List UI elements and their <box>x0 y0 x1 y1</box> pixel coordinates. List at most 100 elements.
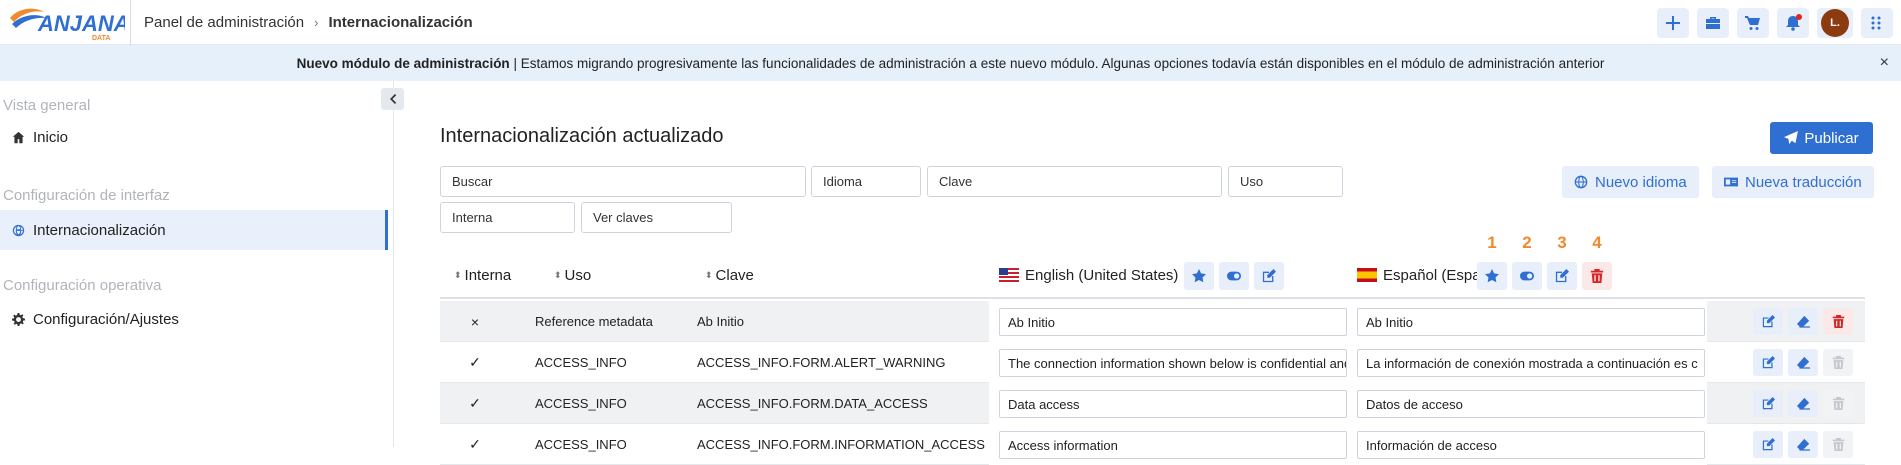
brand-name: ANJANA <box>37 11 125 36</box>
top-bar: ANJANA DATA Panel de administración › In… <box>0 0 1901 45</box>
internal-filter[interactable]: Interna <box>440 202 575 233</box>
cart-button[interactable] <box>1737 7 1769 38</box>
delete-button[interactable] <box>1823 431 1853 458</box>
erase-button[interactable] <box>1788 390 1818 417</box>
key-cell: ACCESS_INFO.FORM.INFORMATION_ACCESS <box>697 437 985 452</box>
edit-button[interactable] <box>1753 308 1783 335</box>
usage-filter[interactable]: Uso <box>1228 166 1343 197</box>
edit-icon <box>1262 269 1276 283</box>
edit-button[interactable] <box>1753 390 1783 417</box>
es-value-input[interactable]: La información de conexión mostrada a co… <box>1357 349 1705 377</box>
usage-cell: ACCESS_INFO <box>535 396 627 411</box>
collapse-sidebar-button[interactable] <box>381 88 404 110</box>
internal-indicator: ✓ <box>469 395 481 411</box>
erase-button[interactable] <box>1788 431 1818 458</box>
view-keys-filter[interactable]: Ver claves <box>581 202 732 233</box>
table-row: × Reference metadata Ab Initio Ab Initio Ab … <box>440 301 1865 342</box>
plus-icon <box>1666 15 1680 30</box>
en-value-input[interactable]: Data access <box>999 390 1347 418</box>
close-icon[interactable]: × <box>1880 54 1889 72</box>
key-filter[interactable]: Clave <box>927 166 1222 197</box>
es-value-input[interactable]: Datos de acceso <box>1357 390 1705 418</box>
es-value-input[interactable]: Ab Initio <box>1357 308 1705 336</box>
table-row: ✓ ACCESS_INFO ACCESS_INFO.FORM.ALERT_WARNI… <box>440 342 1865 383</box>
column-header-uso[interactable]: ⬍ Uso <box>554 251 591 299</box>
delete-button[interactable] <box>1823 308 1853 335</box>
internal-indicator: ✓ <box>469 436 481 452</box>
new-translation-button[interactable]: Nueva traducción <box>1712 166 1874 198</box>
marker-2: 2 <box>1522 233 1532 252</box>
id-card-icon <box>1724 177 1738 187</box>
en-default-button[interactable] <box>1184 262 1214 290</box>
section-title-general: Vista general <box>3 97 91 114</box>
sidebar-item-configuracion[interactable]: Configuración/Ajustes <box>0 299 388 339</box>
banner-text: | Estamos migrando progresivamente las f… <box>509 55 1605 71</box>
breadcrumb: Panel de administración › Internacionali… <box>130 0 473 45</box>
anjana-logo[interactable]: ANJANA DATA <box>8 4 130 42</box>
breadcrumb-root[interactable]: Panel de administración <box>144 14 304 31</box>
en-edit-button[interactable] <box>1254 262 1284 290</box>
erase-button[interactable] <box>1788 349 1818 376</box>
new-language-button[interactable]: Nuevo idioma <box>1562 166 1699 198</box>
sort-icon: ⬍ <box>454 269 462 280</box>
star-icon <box>1485 269 1499 283</box>
delete-button[interactable] <box>1823 390 1853 417</box>
column-header-interna[interactable]: ⬍ Interna <box>454 251 511 299</box>
spain-flag-icon <box>1357 268 1377 282</box>
section-title-interfaz: Configuración de interfaz <box>3 187 170 204</box>
user-menu[interactable]: L. <box>1817 7 1853 38</box>
trash-icon <box>1832 356 1844 369</box>
briefcase-button[interactable] <box>1697 7 1729 38</box>
es-edit-button[interactable]: 3 <box>1547 233 1577 290</box>
gear-icon <box>12 312 25 326</box>
add-button[interactable] <box>1657 7 1689 38</box>
search-input[interactable]: Buscar <box>440 166 806 197</box>
notifications-button[interactable] <box>1777 7 1809 38</box>
en-value-input[interactable]: The connection information shown below i… <box>999 349 1347 377</box>
marker-1: 1 <box>1487 233 1497 252</box>
en-value-input[interactable]: Ab Initio <box>999 308 1347 336</box>
es-value-input[interactable]: Información de acceso <box>1357 431 1705 459</box>
chevron-left-icon <box>389 94 396 104</box>
notification-dot <box>1796 13 1802 20</box>
erase-button[interactable] <box>1788 308 1818 335</box>
table-header: ⬍ Interna ⬍ Uso ⬍ Clave English (United Sta… <box>440 233 1865 299</box>
grid-icon <box>1871 16 1881 29</box>
edit-button[interactable] <box>1753 431 1783 458</box>
sidebar-item-inicio[interactable]: Inicio <box>0 117 388 157</box>
globe-icon <box>12 224 25 236</box>
es-delete-button[interactable]: 4 <box>1582 233 1612 290</box>
sidebar-item-internacionalizacion[interactable]: Internacionalización <box>0 210 388 250</box>
edit-button[interactable] <box>1753 349 1783 376</box>
top-actions: L. <box>1657 0 1901 45</box>
edit-icon <box>1555 269 1569 283</box>
breadcrumb-separator: › <box>314 15 319 30</box>
trash-icon <box>1832 315 1844 328</box>
edit-icon <box>1762 397 1775 410</box>
column-header-clave[interactable]: ⬍ Clave <box>705 251 754 299</box>
internal-indicator: ✓ <box>469 354 481 370</box>
edit-icon <box>1762 356 1775 369</box>
en-toggle-button[interactable] <box>1219 262 1249 290</box>
delete-button[interactable] <box>1823 349 1853 376</box>
marker-3: 3 <box>1557 233 1567 252</box>
internal-indicator: × <box>470 313 480 330</box>
paper-plane-icon <box>1784 131 1799 145</box>
trash-icon <box>1832 397 1844 410</box>
info-banner: Nuevo módulo de administración | Estamos… <box>0 45 1901 81</box>
key-cell: Ab Initio <box>697 314 744 329</box>
column-header-english: English (United States) <box>999 251 1178 299</box>
apps-button[interactable] <box>1861 7 1893 38</box>
en-value-input[interactable]: Access information <box>999 431 1347 459</box>
publish-button[interactable]: Publicar <box>1770 122 1873 154</box>
language-filter[interactable]: Idioma <box>811 166 921 197</box>
trash-icon <box>1832 438 1844 451</box>
usage-cell: ACCESS_INFO <box>535 355 627 370</box>
marker-4: 4 <box>1592 233 1602 252</box>
es-default-button[interactable]: 1 <box>1477 233 1507 290</box>
breadcrumb-current: Internacionalización <box>328 14 473 31</box>
usage-cell: ACCESS_INFO <box>535 437 627 452</box>
es-toggle-button[interactable]: 2 <box>1512 233 1542 290</box>
new-translation-label: Nueva traducción <box>1745 173 1862 191</box>
new-language-label: Nuevo idioma <box>1595 173 1687 191</box>
